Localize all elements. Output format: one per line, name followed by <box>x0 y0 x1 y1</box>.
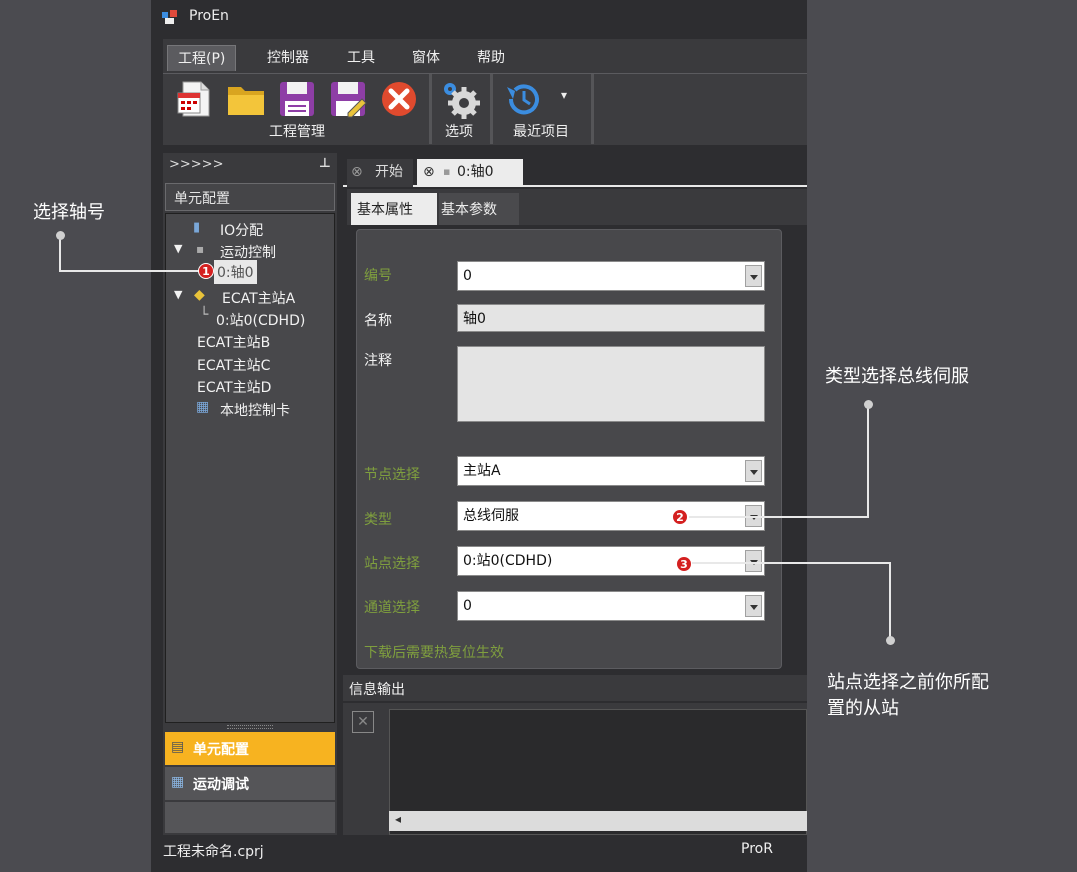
annotation-station-line2: 置的从站 <box>827 698 899 719</box>
badge-2: 2 <box>672 509 688 525</box>
callout-dot <box>56 231 65 240</box>
callout-dot <box>864 400 873 409</box>
badge-3: 3 <box>676 556 692 572</box>
badge-1: 1 <box>198 263 214 279</box>
callout-dot <box>886 636 895 645</box>
callout-lines <box>59 236 891 640</box>
annotation-select-axis: 选择轴号 <box>33 202 105 223</box>
annotation-type-servo: 类型选择总线伺服 <box>825 366 969 387</box>
annotation-station-line1: 站点选择之前你所配 <box>827 672 989 693</box>
